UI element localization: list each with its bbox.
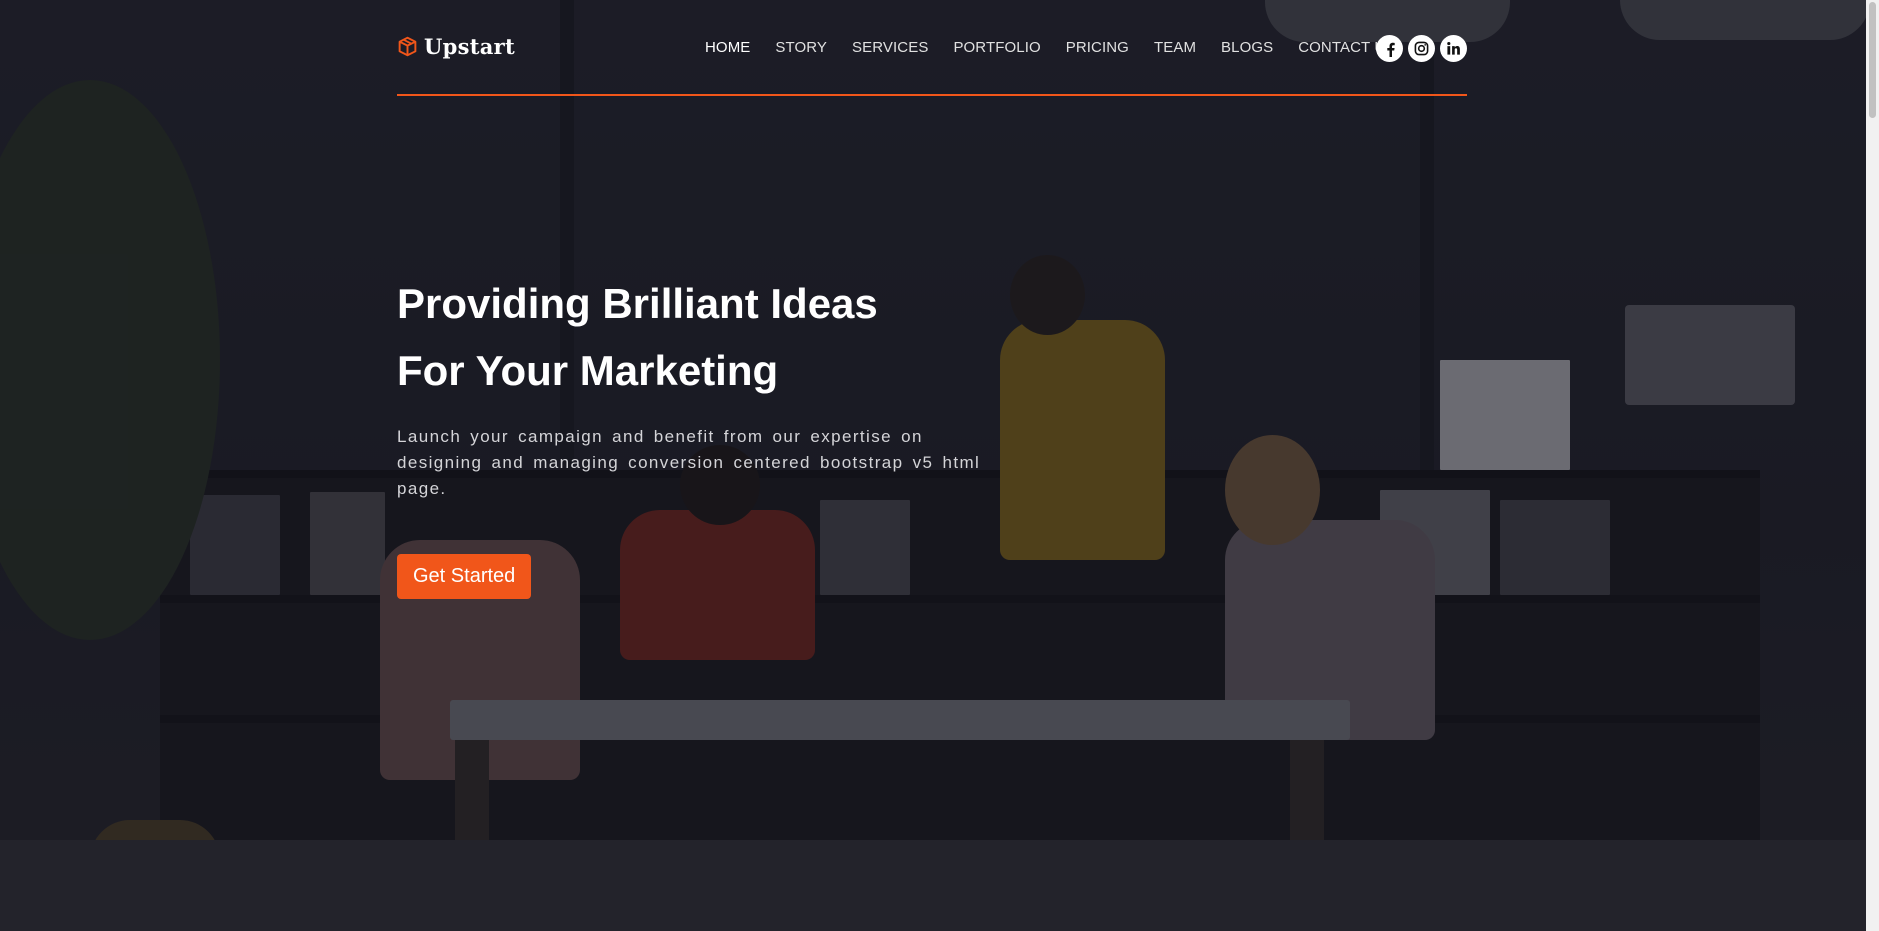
- nav-item-services[interactable]: SERVICES: [852, 39, 928, 56]
- scrollbar-thumb[interactable]: [1869, 2, 1876, 118]
- brand-name: Upstart: [424, 34, 515, 59]
- linkedin-icon: [1447, 41, 1460, 55]
- page: Upstart HOME STORY SERVICES PORTFOLIO PR…: [0, 0, 1866, 931]
- nav-item-blogs[interactable]: BLOGS: [1221, 39, 1273, 56]
- facebook-icon: [1386, 42, 1395, 57]
- nav-item-portfolio[interactable]: PORTFOLIO: [953, 39, 1040, 56]
- nav-item-pricing[interactable]: PRICING: [1066, 39, 1129, 56]
- instagram-icon: [1414, 41, 1429, 56]
- hero-title-line-2: For Your Marketing: [397, 347, 779, 394]
- facebook-link[interactable]: [1376, 35, 1403, 62]
- nav-item-story[interactable]: STORY: [775, 39, 827, 56]
- hero-section: Providing Brilliant Ideas For Your Marke…: [397, 270, 1017, 599]
- page-scrollbar[interactable]: [1866, 0, 1879, 931]
- nav-item-team[interactable]: TEAM: [1154, 39, 1196, 56]
- site-header: Upstart HOME STORY SERVICES PORTFOLIO PR…: [397, 0, 1467, 96]
- main-nav: HOME STORY SERVICES PORTFOLIO PRICING TE…: [705, 39, 1420, 56]
- linkedin-link[interactable]: [1440, 35, 1467, 62]
- instagram-link[interactable]: [1408, 35, 1435, 62]
- hero-description: Launch your campaign and benefit from ou…: [397, 427, 981, 498]
- cube-icon: [398, 36, 417, 57]
- get-started-button[interactable]: Get Started: [397, 554, 532, 599]
- nav-item-home[interactable]: HOME: [705, 39, 750, 56]
- brand-logo[interactable]: Upstart: [397, 34, 515, 59]
- hero-title-line-1: Providing Brilliant Ideas: [397, 280, 878, 327]
- social-links: [1376, 35, 1467, 62]
- hero-title: Providing Brilliant Ideas For Your Marke…: [397, 270, 1017, 404]
